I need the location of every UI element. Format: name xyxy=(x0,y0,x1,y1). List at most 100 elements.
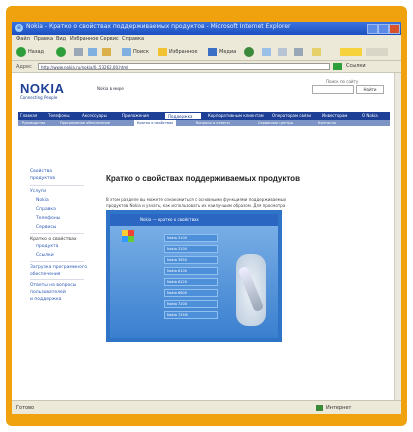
back-label[interactable]: Назад xyxy=(28,49,44,55)
demo-list-item[interactable]: Nokia 3100 xyxy=(164,234,218,242)
forward-icon[interactable] xyxy=(56,47,66,57)
secondary-nav: Руководства Программное обеспечение Крат… xyxy=(18,120,390,126)
sidebar-item[interactable]: Телефоны xyxy=(36,216,60,221)
status-text: Готово xyxy=(16,405,35,411)
nav-applications[interactable]: Приложения xyxy=(122,112,149,120)
demo-window: Nokia — кратко о свойствах Nokia 3100 No… xyxy=(110,214,278,338)
window-title: Nokia - Кратко о свойствах поддерживаемы… xyxy=(26,23,291,30)
refresh-icon[interactable] xyxy=(88,48,97,56)
site-search-input[interactable] xyxy=(312,85,354,94)
site-search-label: Поиск по сайту xyxy=(326,79,359,84)
menu-view[interactable]: Вид xyxy=(56,36,66,42)
demo-title: Nokia — кратко о свойствах xyxy=(140,217,199,222)
subnav-contacts[interactable]: Контакты xyxy=(318,120,336,126)
sidebar-item[interactable]: Справка xyxy=(36,207,56,212)
menu-favorites[interactable]: Избранное xyxy=(70,36,98,42)
menu-tools[interactable]: Сервис xyxy=(100,36,119,42)
primary-nav: Главная Телефоны Аксессуары Приложения П… xyxy=(18,112,390,120)
site-search-button[interactable]: Найти xyxy=(356,85,384,94)
address-label: Адрес xyxy=(16,64,32,70)
demo-list-item[interactable]: Nokia 6100 xyxy=(164,267,218,275)
nav-phones[interactable]: Телефоны xyxy=(48,112,70,120)
nav-support[interactable]: Поддержка xyxy=(164,112,202,120)
phone-body xyxy=(237,265,265,313)
web-page: NOKIA Connecting People Nokia в мире Пои… xyxy=(12,73,394,400)
sidebar-divider xyxy=(30,233,84,234)
sidebar-item[interactable]: Свойства xyxy=(30,169,52,174)
sidebar-item-active[interactable]: Кратко о свойствах xyxy=(30,237,77,242)
subnav-service[interactable]: Сервисные центры xyxy=(258,120,293,126)
subnav-faq[interactable]: Вопросы и ответы xyxy=(196,120,230,126)
favorites-label[interactable]: Избранное xyxy=(169,49,197,55)
favorites-icon[interactable] xyxy=(158,48,167,56)
mail-icon[interactable] xyxy=(262,48,271,56)
sidebar-divider xyxy=(30,279,84,280)
phone-image xyxy=(236,254,266,326)
internet-zone-icon xyxy=(316,405,323,411)
messenger-icon[interactable] xyxy=(312,48,321,56)
address-input[interactable]: http://www.nokia.ru/nokia/0,,53262,00.ht… xyxy=(38,63,330,70)
sidebar-item[interactable]: и поддержка xyxy=(30,297,61,302)
subnav-software[interactable]: Программное обеспечение xyxy=(60,120,110,126)
nav-accessories[interactable]: Аксессуары xyxy=(82,112,107,120)
demo-screenshot[interactable]: Nokia — кратко о свойствах Nokia 3100 No… xyxy=(106,210,282,342)
demo-product-list: Nokia 3100 Nokia 3200 Nokia 3650 Nokia 6… xyxy=(164,234,222,334)
demo-list-item[interactable]: Nokia 3650 xyxy=(164,256,218,264)
media-label[interactable]: Медиа xyxy=(219,49,236,55)
sidebar-item[interactable]: Nokia xyxy=(36,198,49,203)
subnav-manuals[interactable]: Руководства xyxy=(22,120,45,126)
ie-icon: e xyxy=(15,24,23,32)
norton-icon[interactable] xyxy=(340,48,362,56)
sidebar-item[interactable]: Сервисы xyxy=(36,225,56,230)
menu-edit[interactable]: Правка xyxy=(34,36,53,42)
sidebar-item[interactable]: Ответы на вопросы xyxy=(30,283,76,288)
print-icon[interactable] xyxy=(278,48,287,56)
edit-icon[interactable] xyxy=(294,48,303,56)
demo-title-bar: Nokia — кратко о свойствах xyxy=(110,214,278,226)
sidebar-item[interactable]: пользователей xyxy=(30,290,66,295)
links-label[interactable]: Ссылки xyxy=(346,63,366,69)
extra-toolbar-icon[interactable] xyxy=(366,48,388,56)
menu-file[interactable]: Файл xyxy=(16,36,30,42)
back-icon[interactable] xyxy=(16,47,26,57)
nav-investors[interactable]: Инвесторам xyxy=(322,112,347,120)
address-bar: Адрес http://www.nokia.ru/nokia/0,,53262… xyxy=(12,61,401,73)
sidebar-item[interactable]: Ссылки xyxy=(36,253,54,258)
demo-list-item[interactable]: Nokia 3200 xyxy=(164,245,218,253)
maximize-button[interactable] xyxy=(378,24,389,34)
close-button[interactable] xyxy=(389,24,400,34)
nav-operators[interactable]: Операторам связи xyxy=(272,112,311,120)
demo-list-item[interactable]: Nokia 7250i xyxy=(164,311,218,319)
menu-bar: Файл Правка Вид Избранное Сервис Справка xyxy=(12,35,401,44)
home-icon[interactable] xyxy=(102,48,111,56)
sidebar-item[interactable]: обеспечения xyxy=(30,272,60,277)
menu-help[interactable]: Справка xyxy=(122,36,144,42)
minimize-button[interactable] xyxy=(367,24,378,34)
zone-label: Интернет xyxy=(326,405,352,411)
search-icon[interactable] xyxy=(122,48,131,56)
go-button[interactable] xyxy=(333,63,342,70)
sidebar-divider xyxy=(30,261,84,262)
search-label[interactable]: Поиск xyxy=(133,49,149,55)
sidebar-item[interactable]: Услуги xyxy=(30,189,46,194)
demo-list-item[interactable]: Nokia 6600 xyxy=(164,289,218,297)
nav-about[interactable]: О Nokia xyxy=(362,112,378,120)
status-bar: Готово Интернет xyxy=(12,400,401,414)
demo-list-item[interactable]: Nokia 7200 xyxy=(164,300,218,308)
stop-icon[interactable] xyxy=(74,48,83,56)
nokia-logo[interactable]: NOKIA xyxy=(20,81,64,96)
global-link[interactable]: Nokia в мире xyxy=(97,86,124,91)
media-icon[interactable] xyxy=(208,48,217,56)
subnav-features[interactable]: Кратко о свойствах xyxy=(134,120,177,126)
page-heading: Кратко о свойствах поддерживаемых продук… xyxy=(106,174,300,183)
history-icon[interactable] xyxy=(244,47,254,57)
sidebar-item[interactable]: продуктов xyxy=(30,176,55,181)
demo-list-item[interactable]: Nokia 6220 xyxy=(164,278,218,286)
nav-home[interactable]: Главная xyxy=(20,112,37,120)
title-bar: e Nokia - Кратко о свойствах поддерживае… xyxy=(12,22,401,35)
sidebar-item[interactable]: Загрузка программного xyxy=(30,265,87,270)
nav-corporate[interactable]: Корпоративным клиентам xyxy=(208,112,264,120)
vertical-scrollbar[interactable] xyxy=(394,73,401,400)
sidebar-divider xyxy=(30,185,84,186)
sidebar-item[interactable]: продукта xyxy=(36,244,58,249)
